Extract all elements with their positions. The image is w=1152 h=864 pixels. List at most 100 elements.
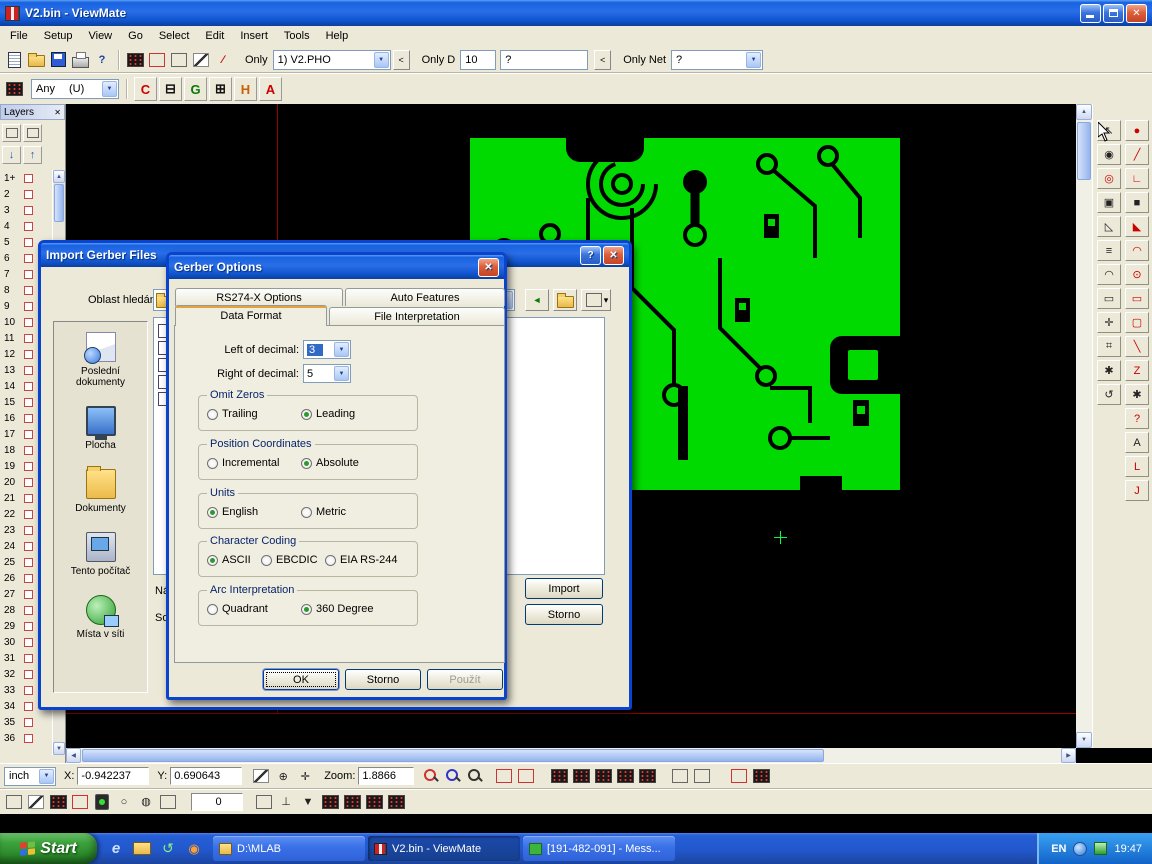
- layer-color-swatch[interactable]: [24, 366, 33, 375]
- combo-arrow-icon[interactable]: [334, 342, 349, 357]
- net-combo[interactable]: ?: [671, 50, 763, 70]
- net-table-button[interactable]: [670, 766, 690, 786]
- dual-view-button[interactable]: [169, 50, 189, 70]
- overlay-a-button[interactable]: [729, 766, 749, 786]
- taskbar-task[interactable]: V2.bin - ViewMate: [368, 836, 520, 861]
- grid-a-button[interactable]: [158, 792, 178, 812]
- menu-item[interactable]: Edit: [197, 28, 232, 44]
- import-cancel-button[interactable]: Storno: [525, 604, 603, 625]
- help-button[interactable]: [580, 246, 601, 265]
- taskbar-task[interactable]: [191-482-091] - Mess...: [523, 836, 675, 861]
- place-item[interactable]: Poslední dokumenty: [54, 322, 147, 396]
- horizontal-scrollbar[interactable]: ◀ ▶: [66, 748, 1076, 763]
- radio-ebcdic[interactable]: EBCDIC: [261, 554, 318, 566]
- radio-trailing[interactable]: Trailing: [207, 408, 258, 420]
- aperture-table-button[interactable]: [494, 766, 514, 786]
- layer-row[interactable]: 35: [0, 714, 52, 730]
- menu-item[interactable]: Insert: [232, 28, 276, 44]
- any-select-combo[interactable]: Any (U): [31, 79, 119, 99]
- part-table-button[interactable]: [692, 766, 712, 786]
- block-tool[interactable]: ▣: [1097, 192, 1121, 213]
- draw-slot-tool[interactable]: ╲: [1125, 336, 1149, 357]
- anchor-button[interactable]: ⊥: [276, 792, 296, 812]
- layer-row[interactable]: 2: [0, 186, 52, 202]
- radio-360-degree[interactable]: 360 Degree: [301, 603, 374, 615]
- pointer-tool[interactable]: ↖: [1097, 120, 1121, 141]
- draw-line-tool[interactable]: ╱: [1125, 144, 1149, 165]
- grid-b-button[interactable]: [254, 792, 274, 812]
- combo-arrow-icon[interactable]: [746, 52, 761, 68]
- film-d-button[interactable]: [386, 792, 406, 812]
- draw-ltext-tool[interactable]: L: [1125, 456, 1149, 477]
- unit-combo[interactable]: inch: [4, 767, 56, 786]
- layer-down-button[interactable]: [2, 146, 21, 164]
- layer-color-swatch[interactable]: [24, 686, 33, 695]
- left-of-decimal-combo[interactable]: 3: [303, 340, 351, 359]
- wheel-tool[interactable]: ✱: [1097, 360, 1121, 381]
- layer-view-button[interactable]: [2, 124, 21, 142]
- layer-color-swatch[interactable]: [24, 334, 33, 343]
- draw-flash-tool[interactable]: ✱: [1125, 384, 1149, 405]
- film-5-button[interactable]: [637, 766, 657, 786]
- layer-row[interactable]: 4: [0, 218, 52, 234]
- film-3-button[interactable]: [593, 766, 613, 786]
- layer-color-swatch[interactable]: [24, 510, 33, 519]
- refresh-icon[interactable]: ↺: [159, 840, 177, 858]
- tray-network-icon[interactable]: [1073, 842, 1087, 856]
- measure-xy-icon[interactable]: [251, 766, 271, 786]
- restore-button[interactable]: [1103, 4, 1124, 23]
- start-button[interactable]: Start: [0, 833, 97, 864]
- tray-shield-icon[interactable]: [1094, 842, 1107, 855]
- layer-row[interactable]: 1+: [0, 170, 52, 186]
- checker-button[interactable]: [48, 792, 68, 812]
- close-layers-icon[interactable]: [54, 108, 61, 117]
- film-stack-button[interactable]: [4, 792, 24, 812]
- context-help-button[interactable]: ?: [92, 50, 112, 70]
- highlight-button[interactable]: [147, 50, 167, 70]
- layer-color-swatch[interactable]: [24, 318, 33, 327]
- list-tool[interactable]: ≡: [1097, 240, 1121, 261]
- menu-item[interactable]: Tools: [276, 28, 318, 44]
- radio-ascii[interactable]: ASCII: [207, 554, 251, 566]
- layer-color-swatch[interactable]: [24, 206, 33, 215]
- ok-button[interactable]: OK: [263, 669, 339, 690]
- layer-color-swatch[interactable]: [24, 238, 33, 247]
- layer-color-swatch[interactable]: [24, 702, 33, 711]
- film-2-button[interactable]: [571, 766, 591, 786]
- ie-icon[interactable]: e: [107, 840, 125, 858]
- layer-color-swatch[interactable]: [24, 222, 33, 231]
- layer-color-swatch[interactable]: [24, 734, 33, 743]
- cancel-button[interactable]: Storno: [345, 669, 421, 690]
- draw-circle-tool[interactable]: ⊙: [1125, 264, 1149, 285]
- layer-color-swatch[interactable]: [24, 654, 33, 663]
- apply-button[interactable]: Použít: [427, 669, 503, 690]
- vertical-scrollbar[interactable]: ▲ ▼: [1076, 104, 1092, 748]
- language-indicator[interactable]: EN: [1051, 843, 1066, 855]
- merge-pads-button[interactable]: ⊞: [209, 77, 232, 101]
- save-file-button[interactable]: [48, 50, 68, 70]
- minimize-button[interactable]: [1080, 4, 1101, 23]
- layer-color-swatch[interactable]: [24, 478, 33, 487]
- layer-color-swatch[interactable]: [24, 494, 33, 503]
- film-1-button[interactable]: [549, 766, 569, 786]
- radio-quadrant[interactable]: Quadrant: [207, 603, 268, 615]
- back-button[interactable]: ◄: [525, 289, 549, 311]
- draw-query-tool[interactable]: ?: [1125, 408, 1149, 429]
- film-box-button[interactable]: [125, 50, 145, 70]
- draw-obround-tool[interactable]: ▢: [1125, 312, 1149, 333]
- draw-point-tool[interactable]: ●: [1125, 120, 1149, 141]
- layer-color-swatch[interactable]: [24, 382, 33, 391]
- film-a-button[interactable]: [320, 792, 340, 812]
- print-button[interactable]: [70, 50, 90, 70]
- film-4-button[interactable]: [615, 766, 635, 786]
- probe-b-button[interactable]: ◍: [136, 792, 156, 812]
- layer-color-swatch[interactable]: [24, 174, 33, 183]
- layer-color-swatch[interactable]: [24, 446, 33, 455]
- snap-tool[interactable]: ✛: [1097, 312, 1121, 333]
- grid-snap-tool[interactable]: ⌗: [1097, 336, 1121, 357]
- radio-absolute[interactable]: Absolute: [301, 457, 359, 469]
- place-item[interactable]: Plocha: [54, 396, 147, 459]
- menu-item[interactable]: Setup: [36, 28, 81, 44]
- prev-dcode-button[interactable]: <: [594, 50, 611, 70]
- drop-button[interactable]: ▼: [298, 792, 318, 812]
